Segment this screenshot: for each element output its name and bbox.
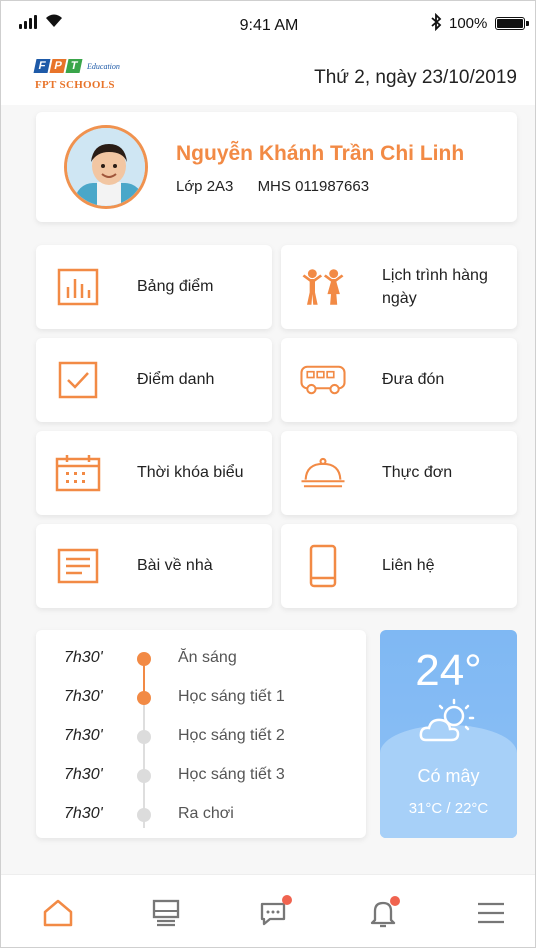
timeline-activity: Học sáng tiết 1 [178, 688, 285, 705]
menu-tile-menu[interactable]: Thực đơn [281, 431, 517, 515]
home-icon [43, 899, 73, 927]
menu-tile-grades[interactable]: Bảng điểm [36, 245, 272, 329]
battery-icon [495, 17, 529, 30]
timeline-time: 7h30' [64, 805, 103, 822]
timeline-item[interactable]: 7h30' Học sáng tiết 2 [36, 725, 366, 747]
timeline-time: 7h30' [64, 766, 103, 783]
timeline-activity: Học sáng tiết 3 [178, 766, 285, 783]
timeline-time: 7h30' [64, 649, 103, 666]
menu-tile-label: Thời khóa biểu [137, 464, 244, 482]
menu-tile-pickup[interactable]: Đưa đón [281, 338, 517, 422]
timeline-dot [137, 652, 151, 666]
timeline-dot [137, 769, 151, 783]
menu-tile-label: Thực đơn [382, 464, 453, 482]
menu-tile-timetable[interactable]: Thời khóa biểu [36, 431, 272, 515]
weather-temperature: 24° [415, 646, 482, 695]
checkbox-icon [58, 361, 98, 399]
partly-cloudy-icon [419, 698, 475, 742]
timeline-dot [137, 808, 151, 822]
tab-chat[interactable] [254, 893, 294, 933]
timeline-time: 7h30' [64, 688, 103, 705]
current-date: Thứ 2, ngày 23/10/2019 [314, 67, 517, 88]
student-profile-card[interactable]: Nguyễn Khánh Trần Chi Linh Lớp 2A3 MHS 0… [36, 112, 517, 222]
weather-card[interactable]: 24° Có mây 31°C / 22°C [380, 630, 517, 838]
timeline-item[interactable]: 7h30' Ăn sáng [36, 647, 366, 669]
menu-tile-label: Bài về nhà [137, 557, 213, 575]
student-photo-icon [67, 128, 145, 206]
daily-timeline[interactable]: 7h30' Ăn sáng 7h30' Học sáng tiết 1 7h30… [36, 630, 366, 838]
timeline-item[interactable]: 7h30' Học sáng tiết 3 [36, 764, 366, 786]
avatar[interactable] [64, 125, 148, 209]
student-info: Lớp 2A3 MHS 011987663 [176, 178, 369, 195]
menu-tile-homework[interactable]: Bài về nhà [36, 524, 272, 608]
menu-tile-label: Lịch trình hàng ngày [382, 266, 488, 307]
menu-tile-daily-schedule[interactable]: Lịch trình hàng ngày [281, 245, 517, 329]
timeline-item[interactable]: 7h30' Học sáng tiết 1 [36, 686, 366, 708]
weather-condition: Có mây [417, 766, 480, 786]
student-class: Lớp 2A3 [176, 178, 234, 195]
menu-tile-label: Đưa đón [382, 371, 445, 389]
bottom-tab-bar [1, 874, 535, 947]
logo-name: FPT SCHOOLS [35, 79, 115, 91]
tab-notifications[interactable] [363, 893, 403, 933]
student-id: MHS 011987663 [257, 178, 370, 195]
calendar-icon [55, 455, 101, 492]
status-bar: 9:41 AM 100% [1, 1, 535, 45]
school-logo: FPT Education FPT SCHOOLS [33, 59, 145, 99]
menu-tile-label: Liên hệ [382, 557, 435, 575]
bus-icon [300, 365, 346, 395]
tab-board[interactable] [146, 893, 186, 933]
tab-home[interactable] [38, 893, 78, 933]
student-name: Nguyễn Khánh Trần Chi Linh [176, 142, 465, 165]
bluetooth-icon [431, 13, 442, 31]
menu-tile-contact[interactable]: Liên hệ [281, 524, 517, 608]
chart-icon [57, 268, 99, 306]
timeline-time: 7h30' [64, 727, 103, 744]
menu-tile-label: Bảng điểm [137, 278, 214, 296]
chat-notification-badge [282, 895, 292, 905]
menu-tile-label: Điểm danh [137, 371, 215, 389]
children-icon [302, 269, 344, 305]
timeline-activity: Ra chơi [178, 805, 234, 822]
weather-range: 31°C / 22°C [408, 800, 489, 817]
timeline-activity: Ăn sáng [178, 649, 237, 666]
bell-notification-badge [390, 896, 400, 906]
menu-icon [478, 902, 504, 924]
battery-percent: 100% [449, 15, 488, 32]
timeline-item[interactable]: 7h30' Ra chơi [36, 803, 366, 825]
phone-icon [309, 544, 337, 588]
logo-subtitle: Education [87, 61, 120, 71]
fpt-logo-icon: FPT [33, 59, 83, 73]
tab-menu[interactable] [471, 893, 511, 933]
board-icon [152, 899, 180, 927]
timeline-activity: Học sáng tiết 2 [178, 727, 285, 744]
timeline-dot [137, 691, 151, 705]
timeline-dot [137, 730, 151, 744]
cloche-icon [301, 457, 345, 488]
menu-tile-attendance[interactable]: Điểm danh [36, 338, 272, 422]
document-icon [57, 548, 99, 584]
app-header: FPT Education FPT SCHOOLS Thứ 2, ngày 23… [1, 45, 535, 105]
app-screen: 9:41 AM 100% FPT Education FPT SCHOOLS T… [0, 0, 536, 948]
